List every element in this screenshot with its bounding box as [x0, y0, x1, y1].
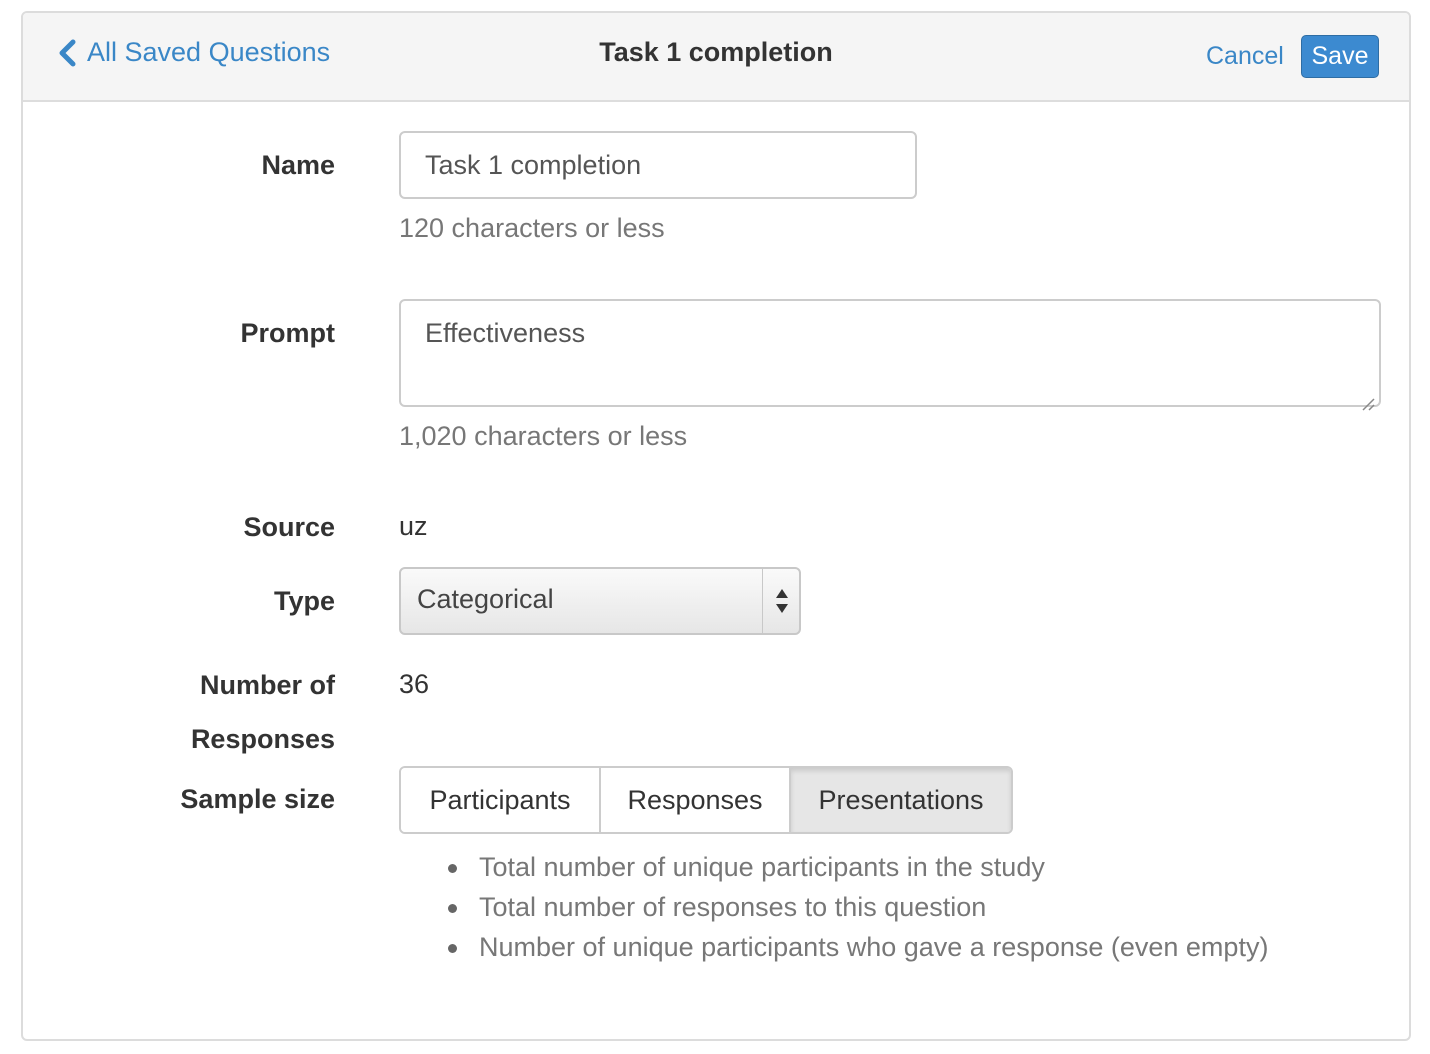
type-label: Type	[273, 586, 335, 616]
type-select-value: Categorical	[417, 584, 554, 614]
responses-value: 36	[399, 669, 430, 699]
name-help-text: 120 characters or less	[399, 213, 665, 243]
cancel-link[interactable]: Cancel	[1206, 42, 1284, 71]
list-item: Number of unique participants who gave a…	[447, 927, 1268, 967]
sample-size-presentations-button[interactable]: Presentations	[791, 768, 1011, 832]
sample-size-participants-button[interactable]: Participants	[401, 768, 601, 832]
sample-size-responses-button[interactable]: Responses	[601, 768, 791, 832]
prompt-help-text: 1,020 characters or less	[399, 421, 688, 451]
prompt-label: Prompt	[240, 318, 336, 348]
responses-label: Number of Responses	[191, 665, 335, 759]
select-divider	[762, 569, 763, 633]
resize-grip-icon[interactable]	[1361, 387, 1375, 411]
sort-arrows-icon	[775, 587, 789, 622]
sample-size-toggle: Participants Responses Presentations	[399, 766, 1013, 834]
sample-size-label: Sample size	[180, 784, 335, 814]
save-button[interactable]: Save	[1301, 35, 1379, 78]
source-label: Source	[243, 512, 335, 542]
responses-label-line1: Number of	[200, 670, 335, 700]
type-select[interactable]: Categorical	[399, 567, 801, 635]
name-label: Name	[261, 150, 335, 180]
prompt-textarea[interactable]: Effectiveness	[399, 299, 1381, 411]
panel-header: All Saved Questions Task 1 completion Ca…	[23, 13, 1409, 102]
edit-question-panel: All Saved Questions Task 1 completion Ca…	[21, 11, 1411, 1041]
name-input[interactable]	[399, 131, 917, 199]
source-value: uz	[399, 511, 428, 541]
prompt-text: Effectiveness	[425, 318, 586, 348]
sample-size-descriptions: Total number of unique participants in t…	[447, 847, 1268, 967]
list-item: Total number of unique participants in t…	[447, 847, 1268, 887]
responses-label-line2: Responses	[190, 724, 335, 754]
list-item: Total number of responses to this questi…	[447, 887, 1268, 927]
page-title: Task 1 completion	[599, 37, 833, 67]
